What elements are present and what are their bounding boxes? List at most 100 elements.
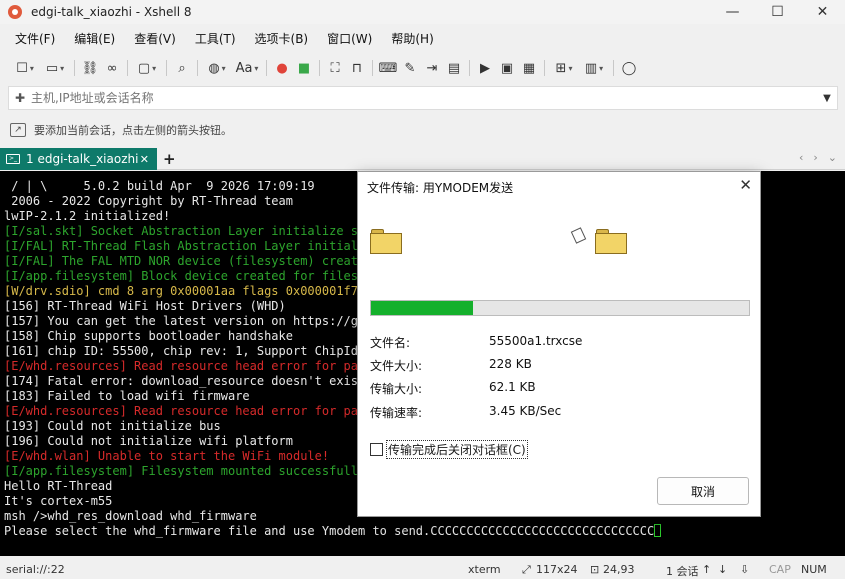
toolbar: ☐ ▭ ⛓ ∞ ▢ ⌕ ◍ Aa ● ■ ⛶ ⊓ ⌨ ✎ ⇥ ▤ ▶ ▣ ▦ ⊞… (0, 55, 845, 81)
tab-prev-icon[interactable]: ‹ (799, 151, 803, 164)
toolbar-separator (544, 60, 545, 76)
status-size: 117x24 (536, 563, 578, 576)
menu-file[interactable]: 文件(F) (12, 28, 58, 49)
xshell-red-icon[interactable]: ● (271, 57, 293, 79)
script-stop-icon[interactable]: ▣ (496, 57, 518, 79)
transfer-file-icon (570, 227, 587, 244)
status-cursor-pos: 24,93 (603, 563, 635, 576)
status-sessions: 1 会话 (666, 565, 699, 578)
font-button[interactable]: Aa (232, 57, 262, 79)
menu-help[interactable]: 帮助(H) (388, 28, 436, 49)
xftp-green-icon[interactable]: ■ (293, 57, 315, 79)
terminal-icon: >_ (6, 154, 20, 164)
toolbar-separator (613, 60, 614, 76)
bookmark-icon[interactable]: ✚ (9, 91, 31, 105)
tab-bar: >_ 1 edgi-talk_xiaozhi ✕ + ‹ › ⌄ (0, 148, 845, 170)
size-icon: ⤢ (522, 563, 531, 576)
toolbar-separator (127, 60, 128, 76)
terminal-scrollbar[interactable] (837, 171, 845, 556)
hint-bar: ↗ 要添加当前会话，点击左侧的箭头按钮。 (10, 121, 232, 139)
tab-list-icon[interactable]: ⌄ (828, 151, 837, 164)
xshell-logo-icon (8, 5, 22, 19)
toolbar-separator (266, 60, 267, 76)
compose-pen-icon[interactable]: ✎ (399, 57, 421, 79)
window-controls: — ☐ ✕ (710, 0, 845, 24)
toolbar-separator (319, 60, 320, 76)
transfer-progress-bar (370, 300, 750, 316)
script-run-icon[interactable]: ▶ (474, 57, 496, 79)
tab-close-icon[interactable]: ✕ (140, 153, 149, 166)
status-connection: serial://:22 (6, 563, 65, 576)
download-icon[interactable]: ⇩ (740, 563, 749, 576)
add-tab-icon[interactable]: + (163, 150, 176, 168)
toolbar-separator (166, 60, 167, 76)
terminal-cursor (654, 524, 662, 537)
log-icon[interactable]: ▦ (518, 57, 540, 79)
toolbar-separator (74, 60, 75, 76)
tab-label: 1 edgi-talk_xiaozhi (26, 152, 139, 166)
add-window-icon[interactable]: ⊞ (549, 57, 579, 79)
rate-value: 3.45 KB/Sec (489, 404, 562, 418)
status-bar: serial://:22 xterm ⤢ 117x24 ⊡ 24,93 1 会话… (0, 560, 845, 578)
title-bar: edgi-talk_xiaozhi - Xshell 8 — ☐ ✕ (0, 0, 845, 24)
checkbox-label: 传输完成后关闭对话框(C) (386, 440, 528, 459)
transferred-value: 62.1 KB (489, 380, 536, 394)
menu-tools[interactable]: 工具(T) (192, 28, 239, 49)
session-up-icon[interactable]: ↑ (702, 563, 711, 576)
cancel-button[interactable]: 取消 (657, 477, 749, 505)
tab-next-icon[interactable]: › (813, 151, 817, 164)
terminal-line: Please select the whd_firmware file and … (4, 524, 662, 539)
status-num: NUM (801, 563, 827, 576)
tab-navigation: ‹ › ⌄ (799, 151, 837, 164)
lock-icon[interactable]: ⊓ (346, 57, 368, 79)
toolbar-separator (469, 60, 470, 76)
chat-icon[interactable]: ▤ (443, 57, 465, 79)
window-title: edgi-talk_xiaozhi - Xshell 8 (31, 5, 192, 19)
comment-icon[interactable]: ◯ (618, 57, 640, 79)
toolbar-separator (197, 60, 198, 76)
status-term-type: xterm (468, 563, 501, 576)
file-transfer-dialog: 文件传输: 用YMODEM发送 ✕ 文件名: 55500a1.trxcse 文件… (357, 171, 761, 517)
menu-window[interactable]: 窗口(W) (324, 28, 375, 49)
fullscreen-icon[interactable]: ⛶ (324, 57, 346, 79)
address-bar: ✚ ▼ (8, 86, 838, 110)
cursor-pos-icon: ⊡ (590, 563, 600, 576)
toolbar-separator (372, 60, 373, 76)
session-down-icon[interactable]: ↓ (718, 563, 727, 576)
new-session-icon[interactable]: ☐ (10, 57, 40, 79)
add-session-arrow-icon[interactable]: ↗ (10, 123, 26, 137)
rate-label: 传输速率: (370, 406, 423, 420)
dialog-title: 文件传输: 用YMODEM发送 (367, 181, 514, 195)
progress-fill (371, 301, 474, 315)
search-icon[interactable]: ⌕ (171, 57, 193, 79)
menu-view[interactable]: 查看(V) (131, 28, 179, 49)
destination-folder-icon (595, 229, 627, 254)
hint-text: 要添加当前会话，点击左侧的箭头按钮。 (34, 124, 232, 137)
source-folder-icon (370, 229, 402, 254)
close-on-finish-checkbox[interactable]: 传输完成后关闭对话框(C) (370, 440, 528, 459)
status-caps: CAP (769, 563, 791, 576)
host-input[interactable] (31, 91, 817, 105)
menu-bar: 文件(F) 编辑(E) 查看(V) 工具(T) 选项卡(B) 窗口(W) 帮助(… (0, 27, 450, 49)
disconnect-link-icon[interactable]: ∞ (101, 57, 123, 79)
keyboard-icon[interactable]: ⌨ (377, 57, 399, 79)
menu-edit[interactable]: 编辑(E) (71, 28, 118, 49)
globe-icon[interactable]: ◍ (202, 57, 232, 79)
transfer-icon[interactable]: ⇥ (421, 57, 443, 79)
filesize-label: 文件大小: (370, 359, 423, 373)
maximize-icon[interactable]: ☐ (755, 0, 800, 24)
tab-session[interactable]: >_ 1 edgi-talk_xiaozhi ✕ (0, 148, 157, 170)
menu-tab[interactable]: 选项卡(B) (252, 28, 312, 49)
chevron-down-icon[interactable]: ▼ (817, 93, 837, 104)
copy-icon[interactable]: ▢ (132, 57, 162, 79)
minimize-icon[interactable]: — (710, 0, 755, 24)
filename-label: 文件名: (370, 336, 411, 350)
filesize-value: 228 KB (489, 357, 532, 371)
layout-icon[interactable]: ▥ (579, 57, 609, 79)
dialog-close-icon[interactable]: ✕ (739, 176, 752, 194)
connect-link-icon[interactable]: ⛓ (79, 57, 101, 79)
transferred-label: 传输大小: (370, 382, 423, 396)
open-folder-icon[interactable]: ▭ (40, 57, 70, 79)
checkbox-box[interactable] (370, 443, 383, 456)
close-icon[interactable]: ✕ (800, 0, 845, 24)
